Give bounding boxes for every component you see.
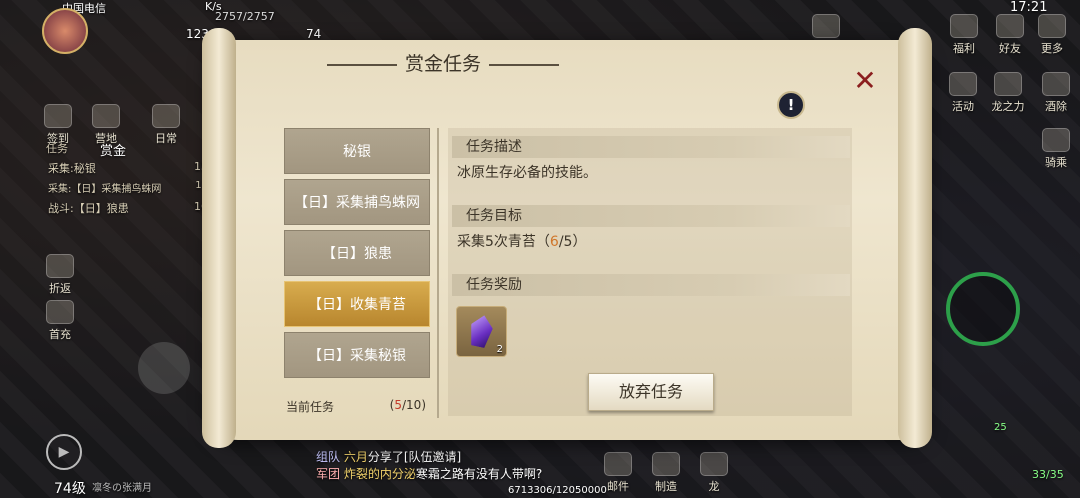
right-ornament	[489, 63, 559, 66]
right-scroll-roll	[898, 28, 932, 448]
first-recharge-button[interactable]: 首充	[40, 300, 80, 342]
abandon-quest-button[interactable]: 放弃任务	[588, 373, 714, 411]
dragon-icon	[700, 452, 728, 476]
quest-item[interactable]: 【日】狼患	[284, 230, 430, 276]
mount-button[interactable]: 骑乘	[1036, 128, 1076, 170]
reward-count: 2	[496, 344, 503, 355]
gift-icon	[950, 14, 978, 38]
description-header: 任务描述	[452, 136, 850, 158]
tracker-item[interactable]: 战斗:【日】狼患 16	[48, 200, 208, 220]
friends-button[interactable]: 好友	[990, 14, 1030, 56]
welfare-button[interactable]: 福利	[944, 14, 984, 56]
goal-text: 采集5次青苔（6/5）	[457, 234, 587, 250]
clock: 17:21	[1010, 0, 1048, 15]
quest-item-selected[interactable]: 【日】收集青苔	[284, 281, 430, 327]
tracker-item[interactable]: 采集:秘银 15	[48, 160, 208, 180]
left-ornament	[326, 63, 397, 66]
dragon-power-button[interactable]: 龙之力	[988, 72, 1028, 114]
dialog-title: 赏金任务	[404, 53, 481, 75]
gift-icon	[46, 254, 74, 278]
quest-item[interactable]: 【日】采集捕鸟蛛网	[284, 179, 430, 225]
player-level: 74级	[54, 481, 86, 497]
clear-button[interactable]: 酒除	[1036, 72, 1076, 114]
reward-item[interactable]: 2	[456, 306, 507, 357]
tent-icon	[92, 104, 120, 128]
player-hp: 2757/2757	[215, 10, 275, 23]
horse-icon	[1042, 128, 1070, 152]
book-icon	[152, 104, 180, 128]
recharge-button[interactable]: 折返	[40, 254, 80, 296]
reward-header: 任务奖励	[452, 274, 850, 296]
tab-bounty[interactable]: 赏金	[100, 140, 126, 159]
dragon-button[interactable]: 龙	[694, 452, 734, 494]
goal-header: 任务目标	[452, 205, 850, 227]
quest-player-name: 凛冬の张满月	[92, 483, 152, 494]
more-button[interactable]: 更多	[1032, 14, 1072, 56]
craft-button[interactable]: 制造	[646, 452, 686, 494]
activity-button[interactable]: 活动	[943, 72, 983, 114]
crystal-icon	[467, 313, 495, 349]
quest-item[interactable]: 秘银	[284, 128, 430, 174]
dialog-title-bar: 赏金任务	[238, 45, 648, 83]
chest-icon	[46, 300, 74, 324]
chat-line[interactable]: 组队 六月分享了[队伍邀请]	[316, 448, 461, 465]
joystick[interactable]	[138, 342, 190, 394]
broom-icon	[1042, 72, 1070, 96]
calendar-icon	[44, 104, 72, 128]
tracker-item[interactable]: 采集:【日】采集捕鸟蛛网 17	[48, 180, 208, 200]
player-avatar[interactable]	[42, 8, 88, 54]
badge-25: 25	[994, 422, 1007, 433]
tab-tasks[interactable]: 任务	[46, 140, 68, 156]
activity-icon	[949, 72, 977, 96]
chat-line[interactable]: 军团 炸裂的内分泌寒霜之路有没有人带啊?	[316, 465, 542, 482]
mail-icon	[604, 452, 632, 476]
left-scroll-roll	[202, 28, 236, 448]
dragon-icon	[994, 72, 1022, 96]
attack-skill-button[interactable]	[946, 272, 1020, 346]
list-divider	[437, 128, 439, 418]
quest-item[interactable]: 【日】采集秘银	[284, 332, 430, 378]
current-quest-count: 当前任务 (5/10)	[286, 398, 426, 414]
friends-icon	[996, 14, 1024, 38]
exp-value: 6713306/12050000	[508, 485, 607, 496]
daily-button[interactable]: 日常	[146, 104, 186, 146]
hammer-icon	[652, 452, 680, 476]
description-text: 冰原生存必备的技能。	[457, 165, 597, 181]
bag-capacity: 33/35	[1032, 468, 1064, 481]
menu-icon	[1038, 14, 1066, 38]
info-icon[interactable]: !	[777, 91, 805, 119]
play-icon[interactable]: ▶	[46, 434, 82, 470]
quest-list: 秘银 【日】采集捕鸟蛛网 【日】狼患 【日】收集青苔 【日】采集秘银	[284, 128, 430, 383]
close-icon[interactable]: ✕	[850, 66, 880, 96]
